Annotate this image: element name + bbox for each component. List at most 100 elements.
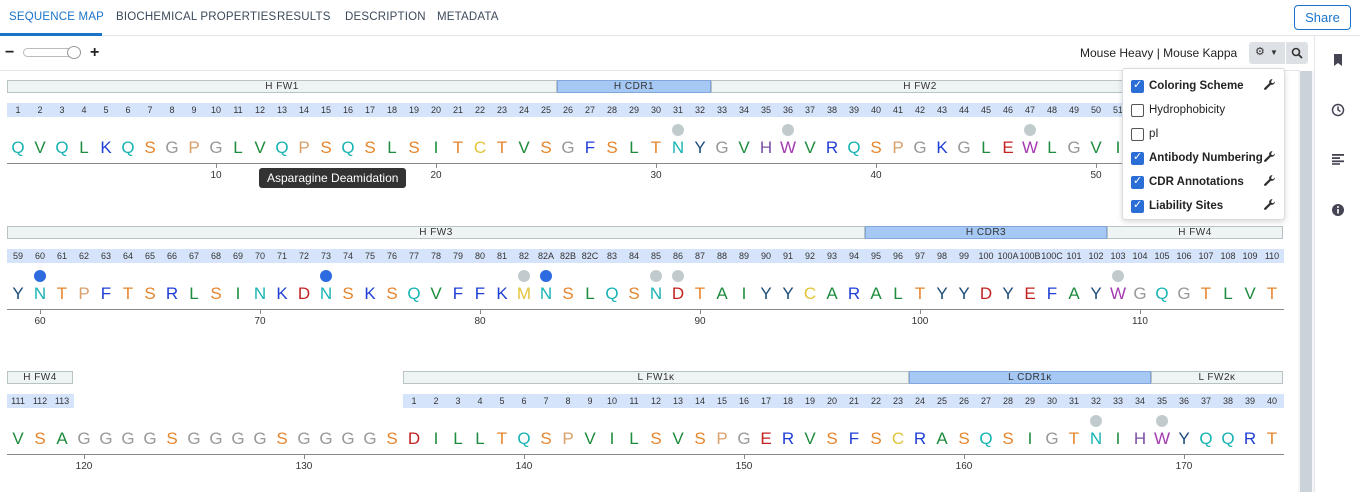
residue[interactable]: S (144, 284, 155, 304)
residue[interactable]: S (870, 429, 881, 449)
residue[interactable]: L (1223, 284, 1232, 304)
residue[interactable]: S (540, 429, 551, 449)
residue[interactable]: F (1047, 284, 1057, 304)
liability-marker[interactable] (540, 270, 552, 282)
residue[interactable]: S (628, 284, 639, 304)
residue[interactable]: G (1067, 138, 1080, 158)
residue[interactable]: V (254, 138, 265, 158)
tab-sequence-map[interactable]: SEQUENCE MAP (9, 11, 104, 23)
residue[interactable]: G (143, 429, 156, 449)
residue[interactable]: R (826, 138, 838, 158)
residue[interactable]: L (233, 138, 242, 158)
residue[interactable]: K (496, 284, 507, 304)
share-button[interactable]: Share (1294, 5, 1351, 30)
residue[interactable]: R (848, 284, 860, 304)
tab-results[interactable]: RESULTS (277, 11, 331, 23)
residue[interactable]: P (562, 429, 573, 449)
residue[interactable]: Y (694, 138, 705, 158)
residue[interactable]: N (672, 138, 684, 158)
zoom-in-button[interactable]: + (90, 44, 99, 62)
residue[interactable]: I (742, 284, 747, 304)
liability-marker[interactable] (34, 270, 46, 282)
residue[interactable]: G (737, 429, 750, 449)
residue[interactable]: N (540, 284, 552, 304)
residue[interactable]: P (188, 138, 199, 158)
residue[interactable]: F (101, 284, 111, 304)
residue[interactable]: G (121, 429, 134, 449)
residue[interactable]: V (1090, 138, 1101, 158)
residue[interactable]: I (236, 284, 241, 304)
region-annotation[interactable]: H CDR3 (865, 226, 1107, 239)
residue[interactable]: T (57, 284, 67, 304)
residue[interactable]: S (870, 138, 881, 158)
residue[interactable]: S (650, 429, 661, 449)
residue[interactable]: E (1024, 284, 1035, 304)
residue[interactable]: S (1002, 429, 1013, 449)
residue[interactable]: Q (55, 138, 68, 158)
residue[interactable]: I (610, 429, 615, 449)
residue[interactable]: A (936, 429, 947, 449)
residue[interactable]: Q (605, 284, 618, 304)
residue[interactable]: A (716, 284, 727, 304)
liability-marker[interactable] (1156, 415, 1168, 427)
residue[interactable]: D (980, 284, 992, 304)
checkbox[interactable] (1131, 128, 1144, 141)
residue[interactable]: Q (275, 138, 288, 158)
residue[interactable]: G (1133, 284, 1146, 304)
residue[interactable]: L (453, 429, 462, 449)
residue[interactable]: Y (760, 284, 771, 304)
menu-item-antibody-numbering[interactable]: Antibody Numbering (1123, 147, 1286, 171)
residue[interactable]: S (320, 138, 331, 158)
residue[interactable]: Q (11, 138, 24, 158)
residue[interactable]: L (981, 138, 990, 158)
residue[interactable]: Y (782, 284, 793, 304)
residue[interactable]: G (1177, 284, 1190, 304)
residue[interactable]: T (1201, 284, 1211, 304)
residue[interactable]: D (672, 284, 684, 304)
residue[interactable]: S (364, 138, 375, 158)
residue[interactable]: S (276, 429, 287, 449)
residue[interactable]: S (342, 284, 353, 304)
tab-biochemical-properties[interactable]: BIOCHEMICAL PROPERTIES (116, 11, 276, 23)
residue[interactable]: D (408, 429, 420, 449)
residue[interactable]: G (341, 429, 354, 449)
residue[interactable]: E (1002, 138, 1013, 158)
residue[interactable]: K (364, 284, 375, 304)
residue[interactable]: M (517, 284, 531, 304)
residue[interactable]: G (99, 429, 112, 449)
residue[interactable]: G (957, 138, 970, 158)
region-annotation[interactable]: L FW2κ (1151, 371, 1283, 384)
residue[interactable]: I (1028, 429, 1033, 449)
residue[interactable]: T (1267, 429, 1277, 449)
checkbox[interactable] (1131, 104, 1144, 117)
residue[interactable]: W (1022, 138, 1038, 158)
residue[interactable]: S (210, 284, 221, 304)
residue[interactable]: C (474, 138, 486, 158)
residue[interactable]: H (1134, 429, 1146, 449)
residue[interactable]: W (1110, 284, 1126, 304)
residue[interactable]: F (453, 284, 463, 304)
residue[interactable]: R (914, 429, 926, 449)
liability-marker[interactable] (1090, 415, 1102, 427)
tab-metadata[interactable]: METADATA (437, 11, 499, 23)
checkbox[interactable] (1131, 78, 1144, 93)
residue[interactable]: S (958, 429, 969, 449)
menu-item-liability-sites[interactable]: Liability Sites (1123, 195, 1286, 219)
residue[interactable]: D (298, 284, 310, 304)
residue[interactable]: G (209, 429, 222, 449)
residue[interactable]: A (56, 429, 67, 449)
residue[interactable]: V (672, 429, 683, 449)
residue[interactable]: G (1045, 429, 1058, 449)
residue[interactable]: N (1090, 429, 1102, 449)
residue[interactable]: V (12, 429, 23, 449)
scrollbar-thumb[interactable] (1300, 71, 1312, 492)
residue[interactable]: T (1069, 429, 1079, 449)
residue[interactable]: R (166, 284, 178, 304)
menu-item-hydrophobicity[interactable]: Hydrophobicity (1123, 99, 1286, 123)
residue[interactable]: F (475, 284, 485, 304)
residue[interactable]: R (1244, 429, 1256, 449)
residue[interactable]: Y (1002, 284, 1013, 304)
residue[interactable]: A (1068, 284, 1079, 304)
menu-item-pi[interactable]: pI (1123, 123, 1286, 147)
residue[interactable]: S (144, 138, 155, 158)
